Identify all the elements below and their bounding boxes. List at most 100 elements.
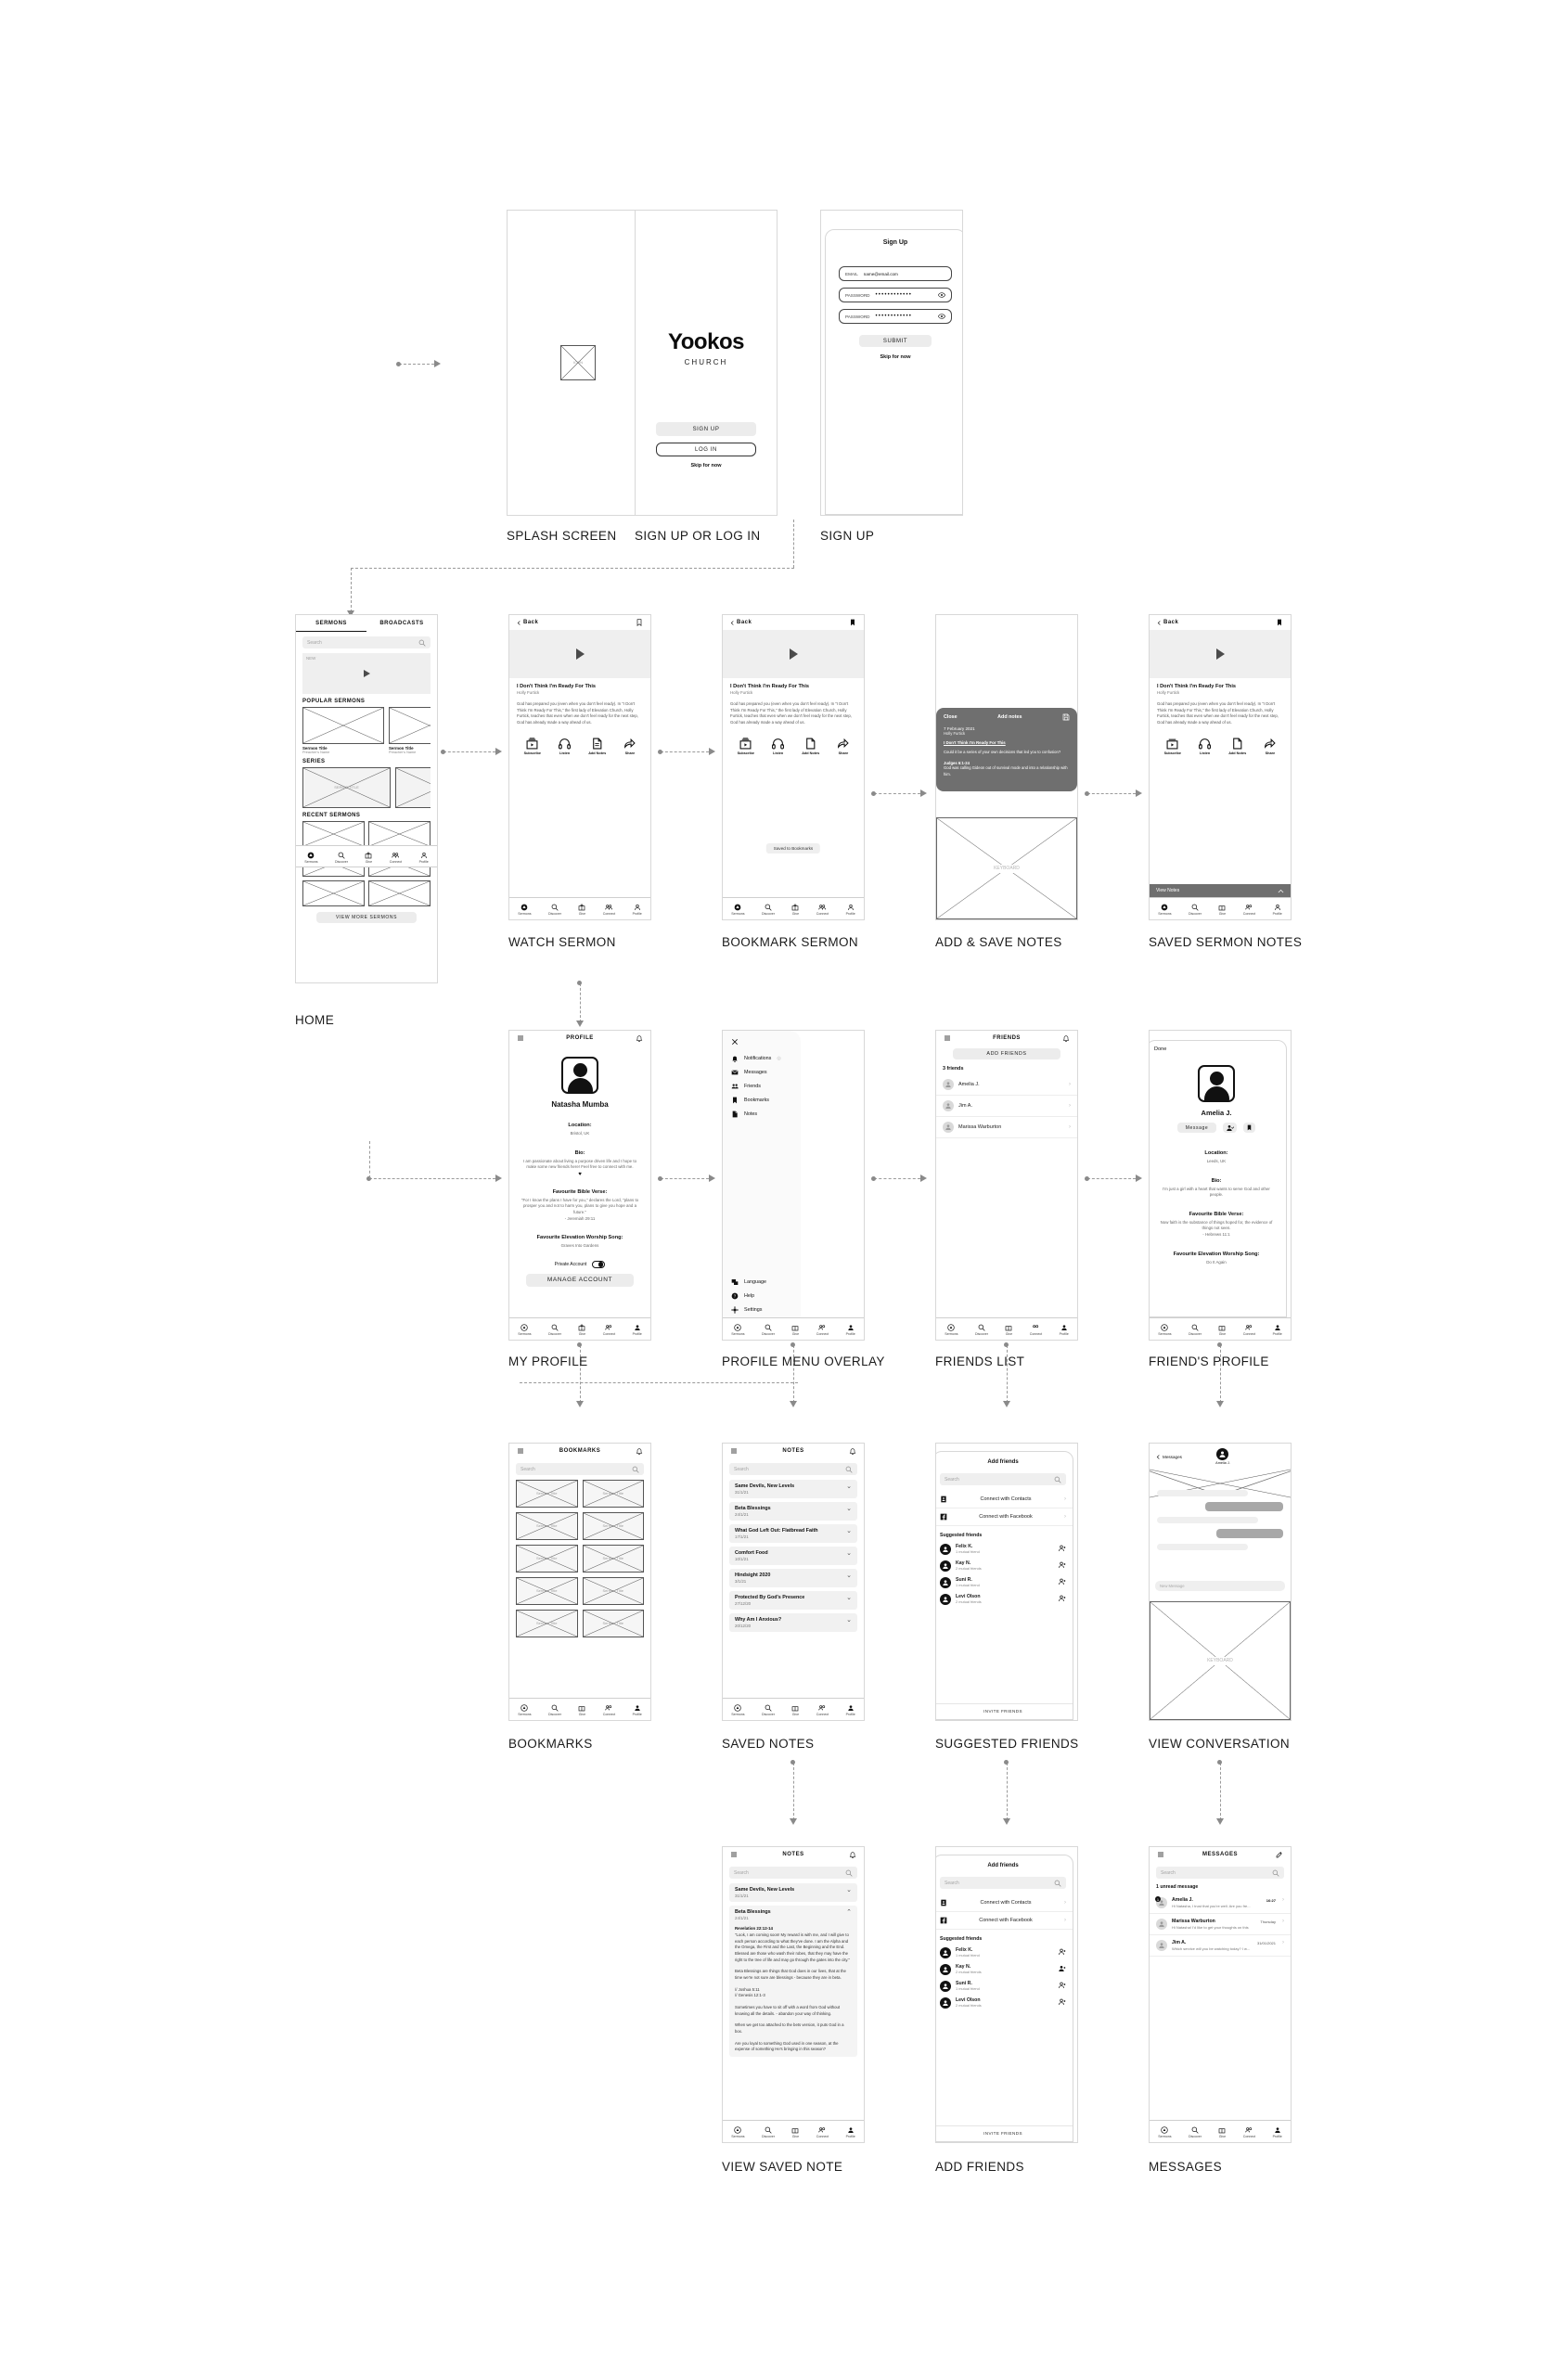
- manage-account-button[interactable]: MANAGE ACCOUNT: [526, 1273, 634, 1287]
- nav-profile[interactable]: Profile: [846, 904, 855, 916]
- note-row[interactable]: Beta Blessings 24/1/21 ⌄: [729, 1502, 857, 1521]
- nav-sermons[interactable]: Sermons: [518, 1704, 532, 1716]
- action-subscribe[interactable]: Subscribe: [738, 738, 754, 755]
- nav-sermons[interactable]: Sermons: [1158, 2126, 1172, 2138]
- search-input[interactable]: Search: [729, 1867, 857, 1879]
- bookmark-card[interactable]: Sermon Title: [582, 1545, 644, 1573]
- sermon-actions[interactable]: Subscribe Listen Add Notes Share: [509, 738, 650, 755]
- thread-row[interactable]: Marissa Warburton Thursday Hi Natasha! I…: [1150, 1914, 1291, 1935]
- nav-give[interactable]: Give: [578, 1324, 585, 1336]
- nav-connect[interactable]: Connect: [603, 1324, 615, 1336]
- hamburger-icon[interactable]: [517, 1447, 524, 1455]
- nav-give[interactable]: Give: [791, 1704, 799, 1716]
- add-person-icon[interactable]: [1059, 1578, 1066, 1587]
- note-row[interactable]: Same Devils, New Levels 31/1/21 ⌄: [729, 1480, 857, 1498]
- add-person-icon[interactable]: [1059, 1948, 1066, 1958]
- add-person-icon[interactable]: [1059, 1998, 1066, 2008]
- nav-give[interactable]: Give: [365, 852, 372, 864]
- nav-give[interactable]: Give: [1218, 904, 1226, 916]
- video-player[interactable]: [1150, 630, 1291, 678]
- search-input[interactable]: Search: [516, 1463, 644, 1475]
- nav-sermons[interactable]: Sermons: [518, 1324, 532, 1336]
- bookmark-card[interactable]: Sermon Title: [516, 1480, 578, 1508]
- bottom-nav[interactable]: Sermons Discover Give Connect Profile: [509, 1317, 650, 1340]
- nav-profile[interactable]: Profile: [633, 904, 642, 916]
- nav-connect[interactable]: Connect: [1243, 2126, 1255, 2138]
- suggested-row[interactable]: Suni R. 1 mutual friend: [936, 1574, 1073, 1591]
- nav-sermons[interactable]: Sermons: [731, 904, 745, 916]
- nav-profile[interactable]: Profile: [1060, 1324, 1069, 1336]
- screen-watch-sermon[interactable]: Back I Don't Think I'm Ready For This Ho…: [508, 614, 651, 920]
- bookmark-card[interactable]: Sermon Title: [516, 1512, 578, 1540]
- connect-contacts-row[interactable]: Connect with Contacts ›: [936, 1894, 1073, 1912]
- screen-home[interactable]: SERMONS BROADCASTS Search NEW POPULAR SE…: [295, 614, 438, 983]
- back-to-messages[interactable]: Messages: [1156, 1455, 1182, 1459]
- note-row-expanded[interactable]: Beta Blessings 24/1/21 ⌃ Revelation 22:12…: [729, 1906, 857, 2057]
- hamburger-icon[interactable]: [1157, 1851, 1164, 1858]
- action-add-notes[interactable]: Add Notes: [1228, 738, 1246, 755]
- chevron-down-icon[interactable]: ⌄: [846, 1483, 852, 1490]
- nav-give[interactable]: Give: [1218, 1324, 1226, 1336]
- add-person-icon[interactable]: [1059, 1545, 1066, 1554]
- bottom-nav[interactable]: Sermons Discover Give Connect Profile: [1150, 2120, 1291, 2142]
- nav-profile[interactable]: Profile: [846, 1704, 855, 1716]
- back-button[interactable]: Back: [730, 620, 752, 625]
- sermon-actions[interactable]: Subscribe Listen Add Notes Share: [1150, 738, 1291, 755]
- suggested-row[interactable]: Kay N. 2 mutual friends: [936, 1558, 1073, 1574]
- screen-friends-list[interactable]: FRIENDS ADD FRIENDS 3 friends Amelia J. …: [935, 1030, 1078, 1341]
- chevron-down-icon[interactable]: ⌄: [846, 1887, 852, 1894]
- nav-sermons[interactable]: Sermons: [945, 1324, 958, 1336]
- chevron-up-icon[interactable]: ⌃: [846, 1909, 852, 1916]
- nav-give[interactable]: Give: [791, 1324, 799, 1336]
- invite-friends-button[interactable]: INVITE FRIENDS: [936, 1703, 1073, 1714]
- bell-icon[interactable]: [1062, 1034, 1070, 1042]
- back-button[interactable]: Back: [1157, 620, 1178, 625]
- bottom-nav[interactable]: Sermons Discover Give Connect Profile: [723, 2120, 864, 2142]
- nav-give[interactable]: Give: [791, 2126, 799, 2138]
- hamburger-icon[interactable]: [944, 1034, 951, 1042]
- suggested-row[interactable]: Suni R. 1 mutual friend: [936, 1978, 1073, 1995]
- bottom-nav[interactable]: Sermons Discover Give Connect Profile: [723, 1317, 864, 1340]
- nav-profile[interactable]: Profile: [633, 1324, 642, 1336]
- nav-connect[interactable]: Connect: [1243, 1324, 1255, 1336]
- chevron-down-icon[interactable]: ⌄: [846, 1595, 852, 1601]
- nav-discover[interactable]: Discover: [762, 904, 775, 916]
- nav-discover[interactable]: Discover: [548, 1704, 561, 1716]
- popular-card[interactable]: Sermon Title Preacher's Name: [389, 707, 431, 754]
- tab-broadcasts[interactable]: BROADCASTS: [366, 615, 437, 632]
- search-input[interactable]: Search: [729, 1463, 857, 1475]
- submit-button[interactable]: SUBMIT: [859, 335, 932, 347]
- menu-item-messages[interactable]: Messages: [723, 1065, 801, 1079]
- bell-icon[interactable]: [636, 1447, 643, 1455]
- screen-view-conversation[interactable]: Messages Amelia J. New Message KEYBOARD: [1149, 1443, 1292, 1721]
- nav-connect[interactable]: Connect: [816, 1324, 829, 1336]
- thread-row[interactable]: 1 Amelia J. 16:27 Hi Natasha, I trust th…: [1150, 1893, 1291, 1914]
- nav-sermons[interactable]: Sermons: [1158, 1324, 1172, 1336]
- home-tabs[interactable]: SERMONS BROADCASTS: [296, 615, 437, 632]
- bottom-nav[interactable]: Sermons Discover Give Connect Profile: [296, 845, 437, 867]
- menu-item-help[interactable]: ? Help: [723, 1289, 801, 1303]
- add-person-icon[interactable]: [1059, 1561, 1066, 1571]
- nav-discover[interactable]: Discover: [1189, 904, 1202, 916]
- watch-topbar[interactable]: Back: [509, 615, 650, 630]
- eye-icon[interactable]: [938, 291, 945, 299]
- bookmark-card[interactable]: Sermon Title: [582, 1480, 644, 1508]
- chevron-down-icon[interactable]: ⌄: [846, 1550, 852, 1557]
- back-button[interactable]: Back: [517, 620, 538, 625]
- menu-item-notifications[interactable]: Notifications ◎: [723, 1051, 801, 1065]
- bookmark-filled-icon[interactable]: [849, 619, 856, 626]
- nav-give[interactable]: Give: [1005, 1324, 1012, 1336]
- series-card[interactable]: [395, 767, 431, 808]
- hamburger-icon[interactable]: [517, 1034, 524, 1042]
- popular-card[interactable]: Sermon Title Preacher's Name: [302, 707, 384, 754]
- nav-discover[interactable]: Discover: [1189, 2126, 1202, 2138]
- close-icon[interactable]: [731, 1038, 739, 1046]
- profile-topbar[interactable]: PROFILE: [509, 1031, 650, 1046]
- password-confirm-field[interactable]: PASSWORD ••••••••••••: [839, 309, 952, 324]
- screen-signup-login[interactable]: Yookos CHURCH SIGN UP LOG IN Skip for no…: [635, 210, 778, 516]
- action-listen[interactable]: Listen: [772, 738, 785, 755]
- bookmark-card[interactable]: Sermon Title: [582, 1512, 644, 1540]
- nav-discover[interactable]: Discover: [335, 852, 348, 864]
- bell-icon[interactable]: [849, 1851, 856, 1858]
- bookmark-card[interactable]: Sermon Title: [516, 1545, 578, 1573]
